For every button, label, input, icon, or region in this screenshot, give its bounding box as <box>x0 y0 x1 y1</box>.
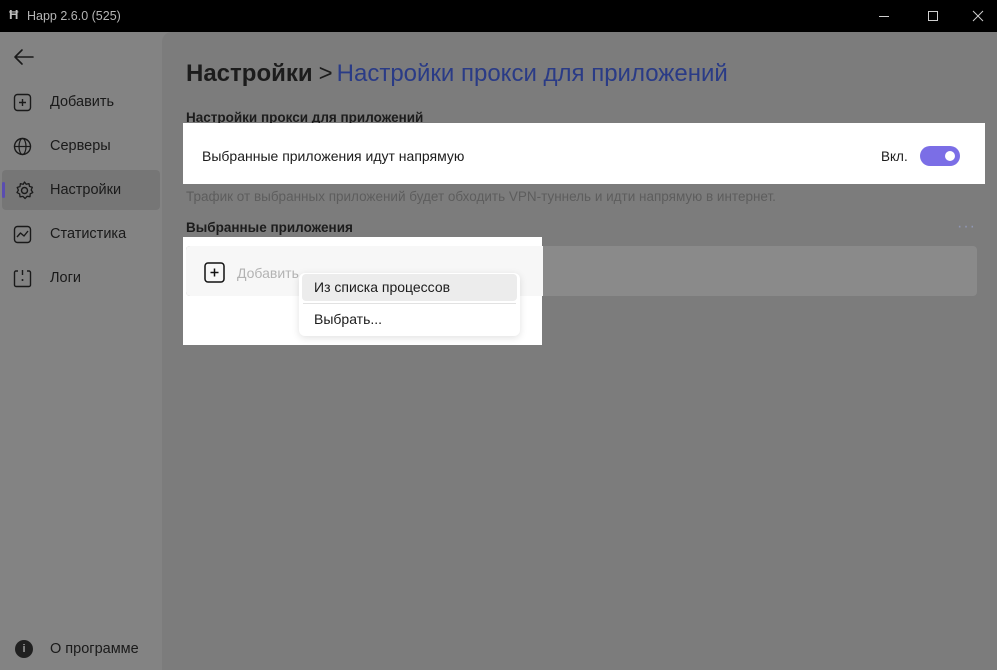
globe-icon <box>12 136 34 158</box>
direct-apps-row: Выбранные приложения идут напрямую Вкл. <box>186 135 977 177</box>
breadcrumb: Настройки > Настройки прокси для приложени… <box>186 60 728 88</box>
sidebar-item-logs[interactable]: Логи <box>0 258 158 298</box>
close-icon <box>972 10 984 22</box>
sidebar-item-statistics[interactable]: Статистика <box>0 214 158 254</box>
add-app-context-menu: Из списка процессов Выбрать... <box>299 273 520 336</box>
arrow-left-icon <box>14 49 34 65</box>
page-title: Настройки прокси для приложений <box>336 60 728 87</box>
sidebar-item-label: Серверы <box>50 138 111 154</box>
sidebar-item-label: Настройки <box>50 182 122 198</box>
sidebar-item-label: Добавить <box>50 94 115 110</box>
sidebar-item-settings[interactable]: Настройки <box>2 170 160 210</box>
breadcrumb-root[interactable]: Настройки <box>186 60 313 87</box>
section-title-apps: Выбранные приложения <box>186 220 353 235</box>
plus-square-icon <box>204 262 225 283</box>
menu-item-from-processes[interactable]: Из списка процессов <box>302 274 517 301</box>
add-app-label: Добавить <box>237 265 299 281</box>
active-indicator <box>2 182 5 198</box>
menu-item-choose[interactable]: Выбрать... <box>302 306 517 333</box>
sidebar: Добавить Серверы Настройки Статистика Ло… <box>0 32 162 670</box>
plus-square-icon <box>12 92 34 114</box>
sidebar-item-add[interactable]: Добавить <box>0 82 158 122</box>
sidebar-item-servers[interactable]: Серверы <box>0 126 158 166</box>
window-title: Happ 2.6.0 (525) <box>27 9 121 23</box>
gear-icon <box>14 180 36 202</box>
menu-divider <box>303 303 516 304</box>
toggle-knob <box>945 151 955 161</box>
sidebar-item-label: Логи <box>50 270 81 286</box>
toggle-state-label: Вкл. <box>881 149 908 164</box>
chart-icon <box>12 224 34 246</box>
app-logo-icon: Ħ <box>9 7 19 22</box>
back-button[interactable] <box>12 46 36 68</box>
sidebar-item-label: О программе <box>50 641 139 657</box>
breadcrumb-separator: > <box>318 60 333 87</box>
logs-icon <box>12 268 34 290</box>
minimize-icon <box>879 16 889 17</box>
sidebar-item-about[interactable]: i О программе <box>0 632 162 668</box>
direct-apps-toggle[interactable] <box>920 146 960 166</box>
direct-apps-label: Выбранные приложения идут напрямую <box>202 148 465 164</box>
minimize-button[interactable] <box>861 0 907 32</box>
sidebar-item-label: Статистика <box>50 226 127 242</box>
close-button[interactable] <box>955 0 997 32</box>
main-panel: Настройки > Настройки прокси для приложени… <box>162 32 997 670</box>
title-bar: Ħ Happ 2.6.0 (525) <box>0 0 997 32</box>
hint-text: Трафик от выбранных приложений будет обх… <box>186 189 776 204</box>
maximize-icon <box>928 11 938 21</box>
info-icon: i <box>15 640 33 658</box>
maximize-button[interactable] <box>910 0 956 32</box>
more-options-icon[interactable]: ··· <box>957 218 977 235</box>
